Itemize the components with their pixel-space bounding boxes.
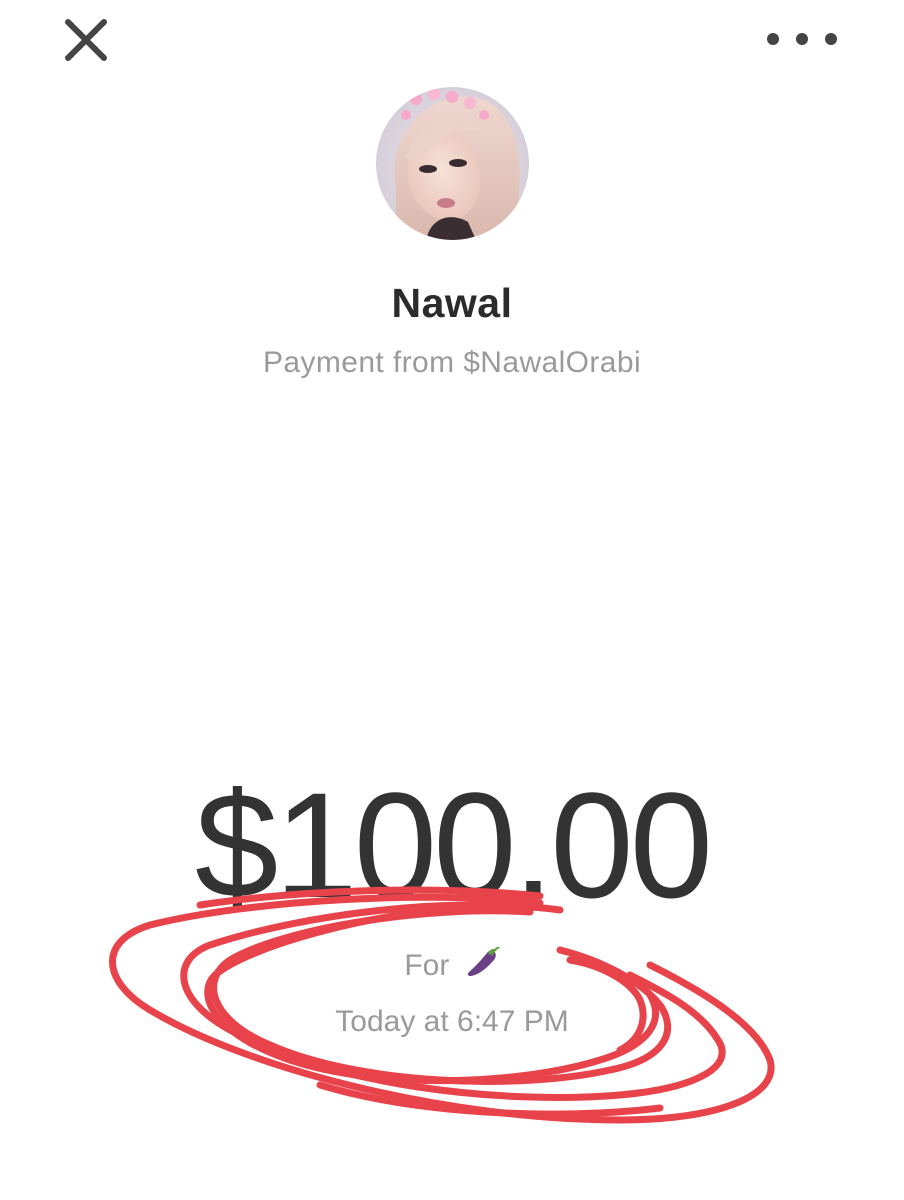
payment-source-label: Payment from $NawalOrabi (262, 346, 642, 379)
payment-amount: $100.00 (194, 761, 713, 929)
more-options-button[interactable] (760, 22, 844, 56)
more-horizontal-icon (767, 33, 837, 45)
close-icon (65, 19, 107, 61)
close-button[interactable] (62, 18, 110, 62)
payment-timestamp: Today at 6:47 PM (335, 1005, 569, 1038)
payment-note: For (0, 946, 904, 987)
eggplant-emoji (466, 946, 500, 987)
payment-note-label: For (404, 949, 450, 982)
profile-photo (376, 87, 529, 240)
payer-name: Nawal (391, 280, 513, 326)
avatar (376, 87, 529, 240)
